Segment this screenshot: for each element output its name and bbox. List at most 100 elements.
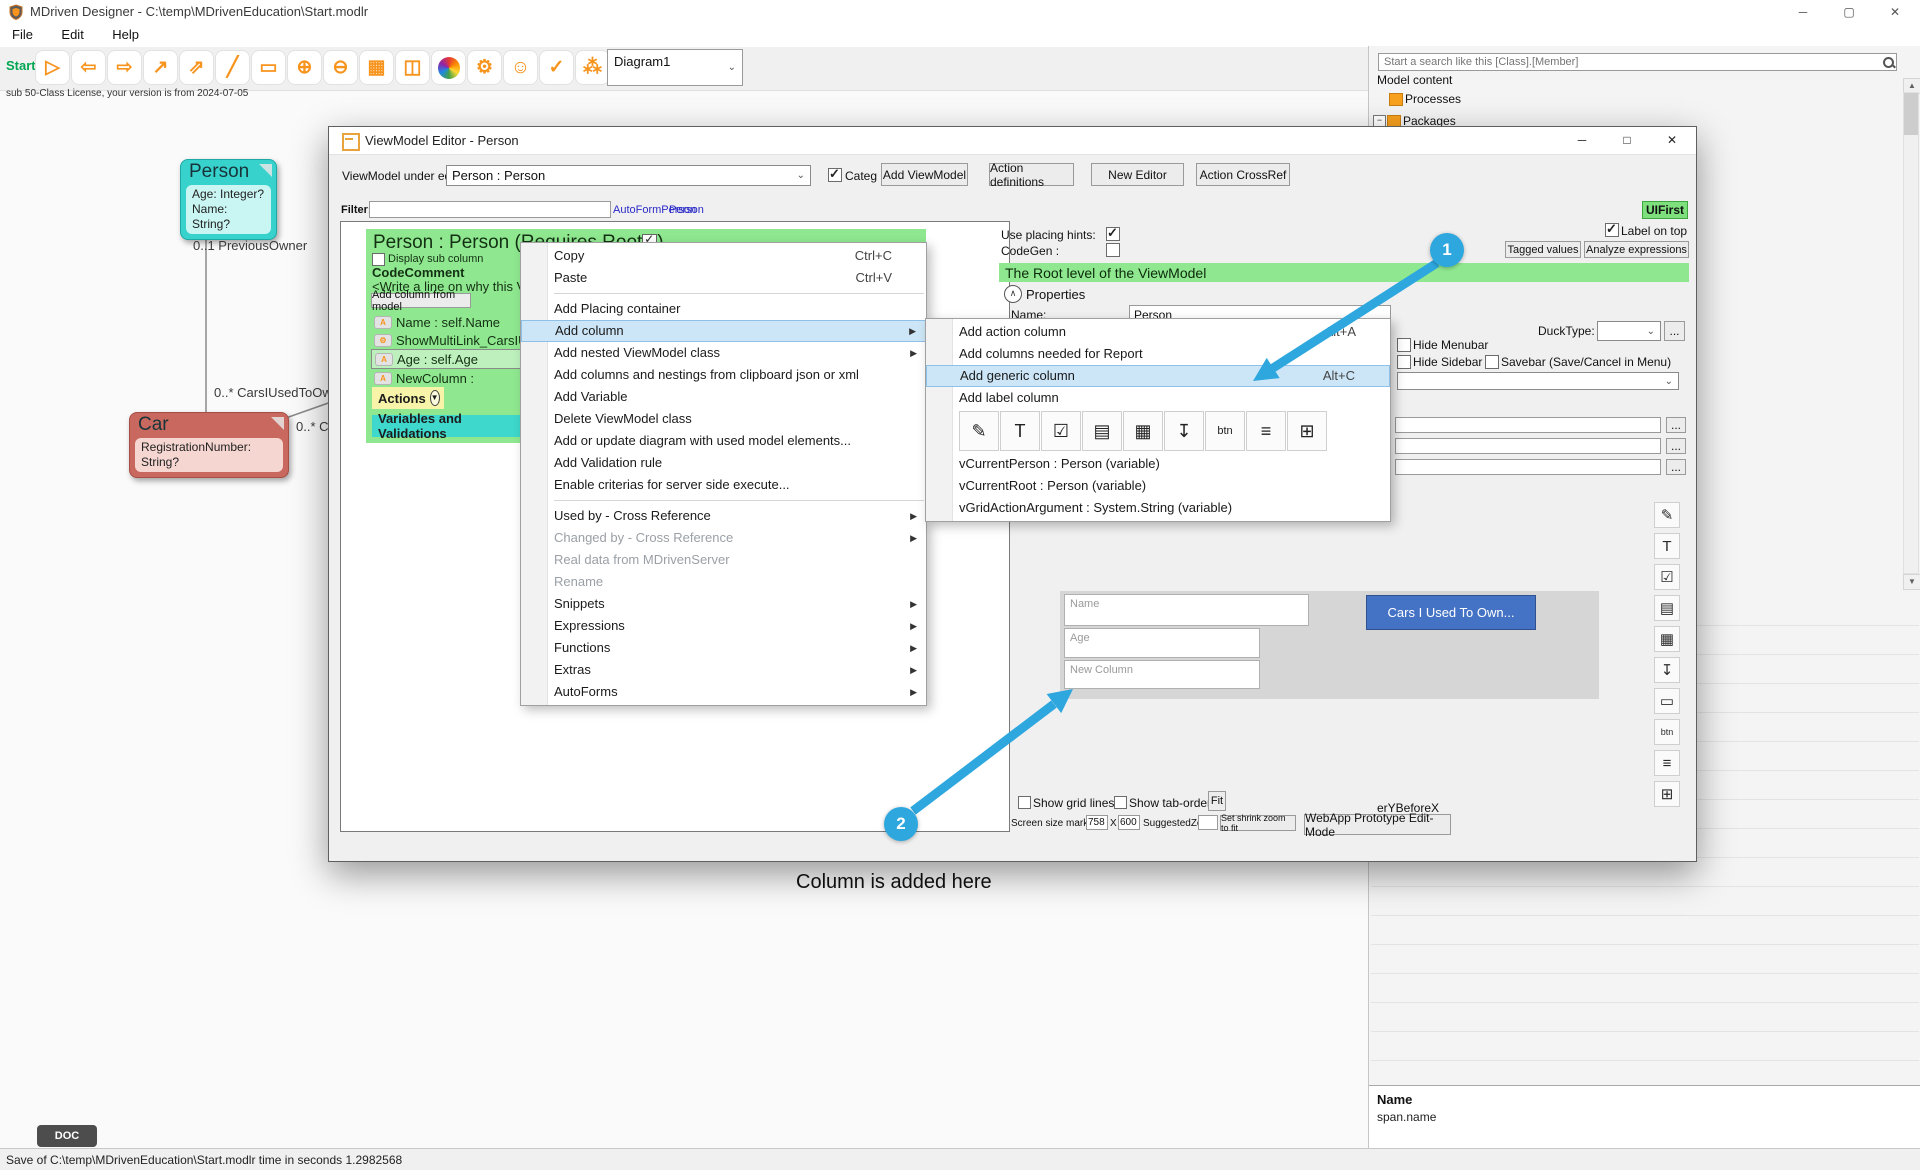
menu-item-rename[interactable]: Rename [521, 571, 926, 593]
model-search-input[interactable] [1378, 53, 1897, 71]
menu-item-expressions[interactable]: Expressions▶ [521, 615, 926, 637]
calendar-column-icon[interactable]: ▦ [1654, 626, 1680, 652]
menu-item-add-nested-viewmodel-class[interactable]: Add nested ViewModel class▶ [521, 342, 926, 364]
set-shrink-zoom-button[interactable]: Set shrink zoom to fit [1220, 815, 1296, 831]
menu-item-functions[interactable]: Functions▶ [521, 637, 926, 659]
ducktype-more-button[interactable]: ... [1664, 321, 1685, 341]
close-button[interactable]: ✕ [1882, 3, 1908, 21]
dialog-close-button[interactable]: ✕ [1662, 132, 1682, 149]
scrollbar-thumb[interactable] [1904, 93, 1918, 135]
static-text-column-icon[interactable]: ▭ [1654, 688, 1680, 714]
list-column-icon[interactable]: ≡ [1246, 411, 1286, 451]
image-download-column-icon[interactable]: ↧ [1654, 657, 1680, 683]
suggested-zoom-input[interactable] [1198, 815, 1218, 830]
uifirst-button[interactable]: UIFirst [1642, 201, 1688, 219]
menu-item-add-or-update-diagram-with-used-model-elements[interactable]: Add or update diagram with used model el… [521, 430, 926, 452]
menu-item-vcurrentroot-person-variable[interactable]: vCurrentRoot : Person (variable) [926, 475, 1390, 497]
hide-sidebar-checkbox[interactable] [1397, 355, 1411, 369]
menu-item-used-by-cross-reference[interactable]: Used by - Cross Reference▶ [521, 505, 926, 527]
tagged-values-button[interactable]: Tagged values [1505, 241, 1581, 258]
variables-validations-badge[interactable]: Variables and Validations ▼ [372, 415, 544, 437]
menu-item-copy[interactable]: CopyCtrl+C [521, 245, 926, 267]
menu-item-add-action-column[interactable]: Add action columnAlt+A [926, 321, 1390, 343]
more-button[interactable]: ... [1666, 417, 1686, 433]
filter-input[interactable] [369, 201, 611, 218]
nav-forward-button[interactable]: ⇨ [108, 51, 141, 84]
diagram-selector[interactable]: Diagram1 ⌄ [607, 49, 743, 86]
show-grid-lines-checkbox[interactable] [1018, 796, 1031, 809]
checkbox-column-icon[interactable]: ☑ [1041, 411, 1081, 451]
preview-age-field[interactable]: Age [1064, 628, 1260, 658]
select-frame-button[interactable]: ▭ [252, 51, 285, 84]
checkbox-column-icon[interactable]: ☑ [1654, 564, 1680, 590]
autoform-window-button[interactable]: ▦ [360, 51, 393, 84]
more-button[interactable]: ... [1666, 438, 1686, 454]
zoom-in-button[interactable]: ⊕ [288, 51, 321, 84]
expression-field[interactable] [1395, 417, 1661, 433]
menu-item-add-variable[interactable]: Add Variable [521, 386, 926, 408]
menu-item-delete-viewmodel-class[interactable]: Delete ViewModel class [521, 408, 926, 430]
combobox-column-icon[interactable]: ▤ [1082, 411, 1122, 451]
viewmodel-column-name-self-name[interactable]: AName : self.Name [371, 313, 523, 331]
menu-item-add-placing-container[interactable]: Add Placing container [521, 298, 926, 320]
preview-newcolumn-field[interactable]: New Column [1064, 660, 1260, 689]
prototype-run-button[interactable]: ◫ [396, 51, 429, 84]
nav-back-button[interactable]: ⇦ [72, 51, 105, 84]
add-viewmodel-button[interactable]: Add ViewModel [881, 163, 968, 186]
scrollbar-down-icon[interactable]: ▼ [1903, 574, 1920, 590]
add-column-from-model-button[interactable]: Add column from model [371, 293, 471, 308]
sidebar-combo[interactable]: ⌄ [1397, 372, 1679, 390]
menu-item-paste[interactable]: PasteCtrl+V [521, 267, 926, 289]
menu-item-extras[interactable]: Extras▶ [521, 659, 926, 681]
menu-item-snippets[interactable]: Snippets▶ [521, 593, 926, 615]
combobox-column-icon[interactable]: ▤ [1654, 595, 1680, 621]
doc-button[interactable]: DOC [37, 1125, 97, 1147]
action-definitions-button[interactable]: Action definitions [989, 163, 1074, 186]
hide-menubar-checkbox[interactable] [1397, 338, 1411, 352]
chevron-down-icon[interactable]: ▼ [430, 390, 440, 406]
edit-column-icon[interactable]: ✎ [959, 411, 999, 451]
dashed-line-button[interactable]: ╱ [216, 51, 249, 84]
more-button[interactable]: ... [1666, 459, 1686, 475]
association-arrow-button[interactable]: ↗ [144, 51, 177, 84]
analyze-expressions-button[interactable]: Analyze expressions [1584, 241, 1689, 258]
text-column-icon[interactable]: T [1654, 533, 1680, 559]
image-download-column-icon[interactable]: ↧ [1164, 411, 1204, 451]
use-placing-hints-checkbox[interactable] [1106, 227, 1120, 241]
association-draw-button[interactable]: ⇗ [180, 51, 213, 84]
webapp-prototype-button[interactable]: WebApp Prototype Edit-Mode [1304, 814, 1451, 835]
settings-gears-button[interactable]: ⚙ [468, 51, 501, 84]
button-column-icon[interactable]: btn [1205, 411, 1245, 451]
viewmodel-column-age-self-age[interactable]: AAge : self.Age [371, 349, 523, 369]
label-on-top-checkbox[interactable] [1605, 223, 1619, 237]
validate-check-button[interactable]: ✓ [540, 51, 573, 84]
text-column-icon[interactable]: T [1000, 411, 1040, 451]
fit-button[interactable]: Fit [1208, 791, 1226, 811]
menu-item-real-data-from-mdrivenserver[interactable]: Real data from MDrivenServer [521, 549, 926, 571]
codegen-checkbox[interactable] [1106, 243, 1120, 257]
user-access-button[interactable]: ☺ [504, 51, 537, 84]
list-column-icon[interactable]: ≡ [1654, 750, 1680, 776]
link-person[interactable]: Person [669, 204, 704, 216]
menu-item-add-label-column[interactable]: Add label column [926, 387, 1390, 409]
menu-item-add-validation-rule[interactable]: Add Validation rule [521, 452, 926, 474]
minimize-button[interactable]: ─ [1790, 3, 1816, 21]
menu-help[interactable]: Help [100, 24, 151, 42]
zoom-out-button[interactable]: ⊖ [324, 51, 357, 84]
viewmodel-selector[interactable]: Person : Person ⌄ [446, 165, 811, 186]
screen-width-input[interactable] [1086, 815, 1108, 830]
menu-item-autoforms[interactable]: AutoForms▶ [521, 681, 926, 703]
menu-item-vcurrentperson-person-variable[interactable]: vCurrentPerson : Person (variable) [926, 453, 1390, 475]
diagram-structure-button[interactable]: ⁂ [576, 51, 609, 84]
grid-column-icon[interactable]: ⊞ [1287, 411, 1327, 451]
maximize-button[interactable]: ▢ [1836, 3, 1862, 21]
expression-field[interactable] [1395, 438, 1661, 454]
edit-column-icon[interactable]: ✎ [1654, 502, 1680, 528]
class-person[interactable]: Person Age: Integer? Name: String? [180, 159, 277, 240]
calendar-column-icon[interactable]: ▦ [1123, 411, 1163, 451]
collapse-chevron-icon[interactable]: ∧ [1004, 285, 1022, 303]
menu-file[interactable]: File [0, 24, 45, 42]
menu-item-changed-by-cross-reference[interactable]: Changed by - Cross Reference▶ [521, 527, 926, 549]
savebar-checkbox[interactable] [1485, 355, 1499, 369]
cars-i-used-to-own-button[interactable]: Cars I Used To Own... [1366, 595, 1536, 630]
